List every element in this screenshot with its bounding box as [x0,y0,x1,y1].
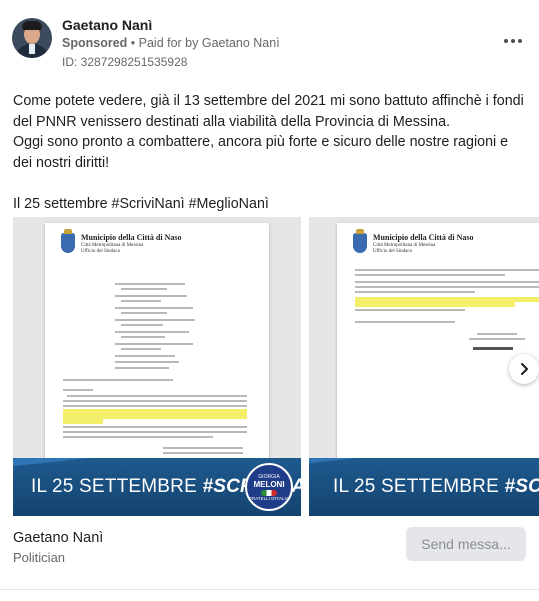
send-message-button[interactable]: Send messa... [406,527,526,561]
campaign-banner: IL 25 SETTEMBRE #SCRIVINANÌ [309,458,539,516]
post-paragraph: Il 25 settembre #ScriviNanì #MeglioNanì [13,195,269,212]
letter-header-sub: Città Metropolitana di Messina Ufficio d… [373,243,436,254]
page-category: Politician [13,550,66,565]
letter-header-title: Municipio della Città di Naso [373,233,474,242]
chevron-right-icon[interactable] [509,354,539,384]
letter-header-sub: Città Metropolitana di Messina Ufficio d… [81,243,144,254]
sponsored-line: Sponsored • Paid for by Gaetano Nanì [62,36,280,50]
letter-image: Municipio della Città di Naso Città Metr… [45,223,269,459]
author-name[interactable]: Gaetano Nanì [62,17,152,33]
letter-image: Municipio della Città di Naso Città Metr… [337,223,539,459]
library-id: ID: 3287298251535928 [62,55,188,69]
letter-header-title: Municipio della Città di Naso [81,233,182,242]
post-paragraph: Oggi sono pronto a combattere, ancora pi… [13,134,509,171]
image-carousel[interactable]: Municipio della Città di Naso Città Metr… [13,217,539,517]
page-name[interactable]: Gaetano Nanì [13,530,103,546]
post-text: Come potete vedere, già il 13 settembre … [13,91,529,214]
post-footer: Gaetano Nanì Politician Send messa... [13,527,529,573]
post-paragraph: Come potete vedere, già il 13 settembre … [13,93,524,130]
coat-of-arms-icon [353,229,367,253]
sponsored-label: Sponsored [62,36,128,50]
paid-for-label: • Paid for by Gaetano Nanì [130,36,280,50]
coat-of-arms-icon [61,229,75,253]
carousel-slide[interactable]: Municipio della Città di Naso Città Metr… [13,217,301,516]
post-header: Gaetano Nanì Sponsored • Paid for by Gae… [12,14,527,70]
carousel-slide[interactable]: Municipio della Città di Naso Città Metr… [309,217,539,516]
more-options-icon[interactable] [501,34,525,48]
avatar[interactable] [12,18,52,58]
party-logo-icon: GIORGIA MELONI FRATELLI D'ITALIA [245,463,293,511]
campaign-banner: IL 25 SETTEMBRE #SCRIVINANÌ GIORGIA MELO… [13,458,301,516]
banner-text: IL 25 SETTEMBRE #SCRIVINANÌ [333,476,539,497]
ad-card: Gaetano Nanì Sponsored • Paid for by Gae… [0,0,539,601]
divider [0,589,539,590]
